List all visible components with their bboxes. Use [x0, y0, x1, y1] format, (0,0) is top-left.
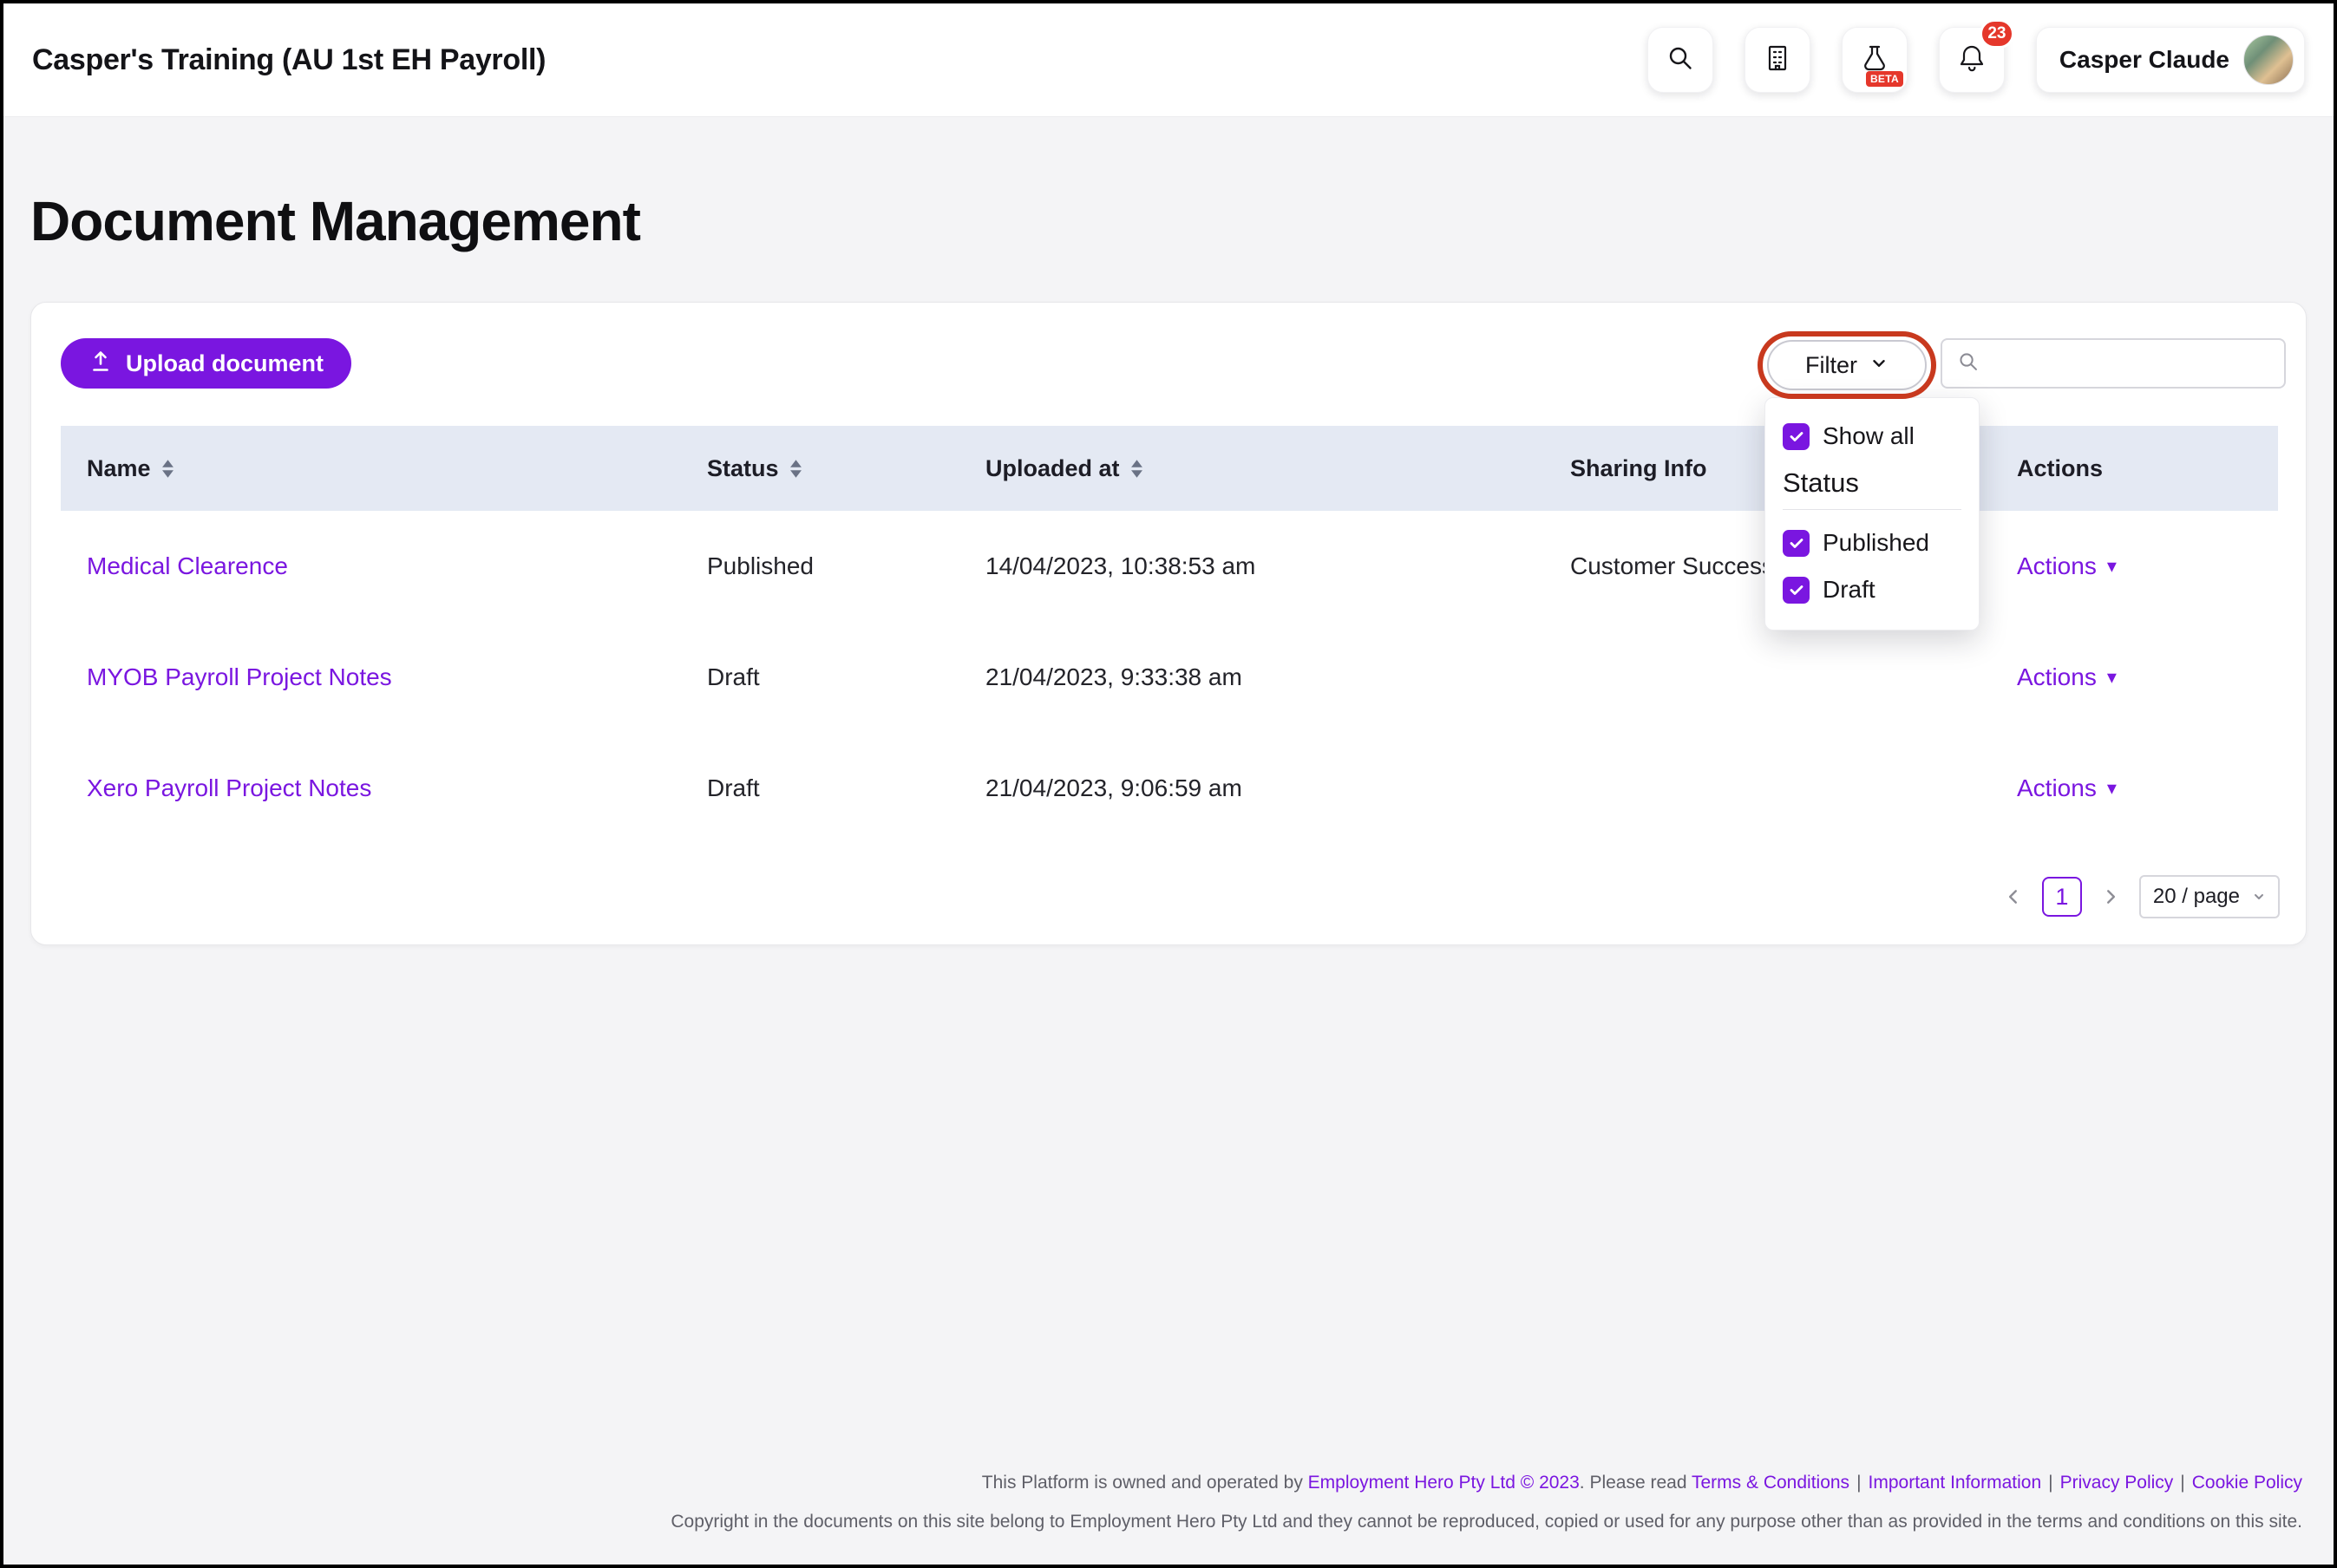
user-menu-button[interactable]: Casper Claude: [2036, 27, 2305, 93]
document-search: [1941, 338, 2286, 389]
caret-down-icon: ▾: [2107, 668, 2117, 687]
uploaded-at-cell: 14/04/2023, 10:38:53 am: [985, 552, 1570, 580]
column-label: Actions: [2017, 455, 2103, 482]
beta-features-button[interactable]: BETA: [1842, 27, 1908, 93]
document-link[interactable]: Xero Payroll Project Notes: [87, 774, 371, 801]
column-label: Sharing Info: [1570, 455, 1707, 482]
footer-separator: |: [1856, 1473, 1861, 1493]
organisation-button[interactable]: [1745, 27, 1810, 93]
footer-line-1: This Platform is owned and operated by E…: [35, 1469, 2302, 1497]
column-header-name[interactable]: Name: [87, 455, 707, 482]
search-button[interactable]: [1647, 27, 1713, 93]
page-size-select[interactable]: 20 / page: [2139, 875, 2280, 918]
chevron-down-icon: [1869, 352, 1889, 379]
check-icon: [1788, 534, 1805, 552]
pagination: 1 20 / page: [2004, 875, 2280, 918]
next-page-button[interactable]: [2101, 887, 2120, 906]
filter-option-label: Draft: [1823, 576, 1875, 604]
filter-option-show-all[interactable]: Show all: [1783, 417, 1961, 455]
filter-option-draft[interactable]: Draft: [1783, 571, 1961, 609]
search-input[interactable]: [1991, 350, 2270, 377]
document-link[interactable]: MYOB Payroll Project Notes: [87, 663, 392, 690]
user-name: Casper Claude: [2059, 46, 2229, 74]
filter-section-title: Status: [1783, 467, 1961, 499]
footer: This Platform is owned and operated by E…: [35, 1469, 2302, 1535]
app-window: Casper's Training (AU 1st EH Payroll): [0, 0, 2337, 1568]
column-header-status[interactable]: Status: [707, 455, 985, 482]
footer-link-terms[interactable]: Terms & Conditions: [1692, 1473, 1849, 1493]
chevron-right-icon: [2101, 887, 2120, 906]
status-cell: Draft: [707, 663, 985, 691]
checkbox[interactable]: [1783, 423, 1810, 450]
documents-card: Upload document Filter Name: [30, 302, 2307, 945]
notifications-button[interactable]: 23: [1939, 27, 2005, 93]
column-label: Status: [707, 455, 779, 482]
actions-label: Actions: [2017, 774, 2097, 802]
column-header-actions: Actions: [2017, 455, 2278, 482]
checkbox[interactable]: [1783, 530, 1810, 557]
table-row: MYOB Payroll Project Notes Draft 21/04/2…: [61, 622, 2278, 733]
column-header-uploaded-at[interactable]: Uploaded at: [985, 455, 1570, 482]
filter-option-published[interactable]: Published: [1783, 524, 1961, 562]
check-icon: [1788, 581, 1805, 598]
footer-separator: |: [2180, 1473, 2184, 1493]
footer-link-privacy-policy[interactable]: Privacy Policy: [2060, 1473, 2174, 1493]
filter-button-label: Filter: [1805, 352, 1857, 379]
upload-icon: [88, 349, 113, 379]
uploaded-at-cell: 21/04/2023, 9:33:38 am: [985, 663, 1570, 691]
status-cell: Published: [707, 552, 985, 580]
status-cell: Draft: [707, 774, 985, 802]
caret-down-icon: ▾: [2107, 557, 2117, 576]
page-size-value: 20 / page: [2153, 885, 2240, 909]
topbar: Casper's Training (AU 1st EH Payroll): [3, 3, 2334, 117]
org-title: Casper's Training (AU 1st EH Payroll): [32, 43, 546, 77]
filter-button[interactable]: Filter: [1767, 340, 1927, 390]
filter-option-label: Published: [1823, 529, 1929, 557]
footer-link-company[interactable]: Employment Hero Pty Ltd © 2023: [1308, 1473, 1580, 1493]
upload-document-button[interactable]: Upload document: [61, 338, 351, 389]
bell-icon: [1955, 42, 1988, 79]
column-label: Uploaded at: [985, 455, 1120, 482]
filter-dropdown-menu: Show all Status Published Draft: [1764, 397, 1980, 630]
table-row: Xero Payroll Project Notes Draft 21/04/2…: [61, 733, 2278, 844]
sort-icon[interactable]: [789, 460, 802, 478]
divider: [1783, 509, 1961, 510]
chevron-left-icon: [2004, 887, 2023, 906]
footer-link-important-information[interactable]: Important Information: [1869, 1473, 2042, 1493]
uploaded-at-cell: 21/04/2023, 9:06:59 am: [985, 774, 1570, 802]
page-number-button[interactable]: 1: [2042, 877, 2082, 917]
chevron-down-icon: [2252, 890, 2266, 904]
actions-menu-button[interactable]: Actions ▾: [2017, 774, 2117, 802]
page-title: Document Management: [30, 189, 640, 253]
notification-count-badge: 23: [1980, 19, 2014, 49]
beta-badge: BETA: [1866, 71, 1903, 87]
sort-icon[interactable]: [161, 460, 174, 478]
topbar-actions: BETA 23 Casper Claude: [1647, 27, 2305, 93]
document-link[interactable]: Medical Clearence: [87, 552, 288, 579]
checkbox[interactable]: [1783, 577, 1810, 604]
footer-text: This Platform is owned and operated by: [982, 1473, 1308, 1493]
actions-menu-button[interactable]: Actions ▾: [2017, 663, 2117, 691]
building-icon: [1762, 42, 1793, 78]
column-label: Name: [87, 455, 151, 482]
upload-button-label: Upload document: [126, 350, 324, 377]
previous-page-button[interactable]: [2004, 887, 2023, 906]
check-icon: [1788, 428, 1805, 445]
search-icon: [1956, 350, 1980, 378]
caret-down-icon: ▾: [2107, 779, 2117, 798]
search-icon: [1665, 42, 1696, 78]
actions-label: Actions: [2017, 552, 2097, 580]
avatar: [2243, 35, 2294, 85]
actions-label: Actions: [2017, 663, 2097, 691]
filter-option-label: Show all: [1823, 422, 1915, 450]
actions-menu-button[interactable]: Actions ▾: [2017, 552, 2117, 580]
footer-separator: |: [2048, 1473, 2052, 1493]
footer-text: . Please read: [1580, 1473, 1692, 1493]
footer-line-2: Copyright in the documents on this site …: [35, 1508, 2302, 1536]
footer-link-cookie-policy[interactable]: Cookie Policy: [2192, 1473, 2302, 1493]
sort-icon[interactable]: [1130, 460, 1143, 478]
